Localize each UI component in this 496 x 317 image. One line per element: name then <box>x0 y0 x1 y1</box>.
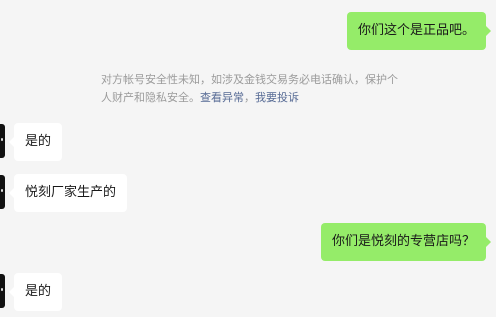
message-bubble-received[interactable]: 是的 <box>8 123 63 161</box>
message-bubble-received[interactable]: 是的 <box>8 273 63 311</box>
message-bubble-sent[interactable]: 你们这个是正品吧。 <box>346 12 492 50</box>
message-text: 你们这个是正品吧。 <box>357 23 475 38</box>
message-text: 悦刻厂家生产的 <box>25 185 117 200</box>
report-link[interactable]: 我要投诉 <box>255 91 299 104</box>
view-anomaly-link[interactable]: 查看异常 <box>200 91 244 104</box>
message-text: 是的 <box>25 134 52 149</box>
contact-avatar[interactable] <box>0 274 5 308</box>
notice-separator: ， <box>244 91 255 104</box>
security-notice: 对方帐号安全性未知，如涉及金钱交易务必电话确认，保护个人财产和隐私安全。查看异常… <box>101 71 401 107</box>
message-bubble-sent[interactable]: 你们是悦刻的专营店吗？ <box>320 223 492 261</box>
chat-window: 你们这个是正品吧。 对方帐号安全性未知，如涉及金钱交易务必电话确认，保护个人财产… <box>0 0 496 317</box>
contact-avatar[interactable] <box>0 124 5 158</box>
message-text: 你们是悦刻的专营店吗？ <box>331 234 475 249</box>
message-text: 是的 <box>25 284 52 299</box>
message-bubble-received[interactable]: 悦刻厂家生产的 <box>8 174 128 212</box>
contact-avatar[interactable] <box>0 175 5 209</box>
